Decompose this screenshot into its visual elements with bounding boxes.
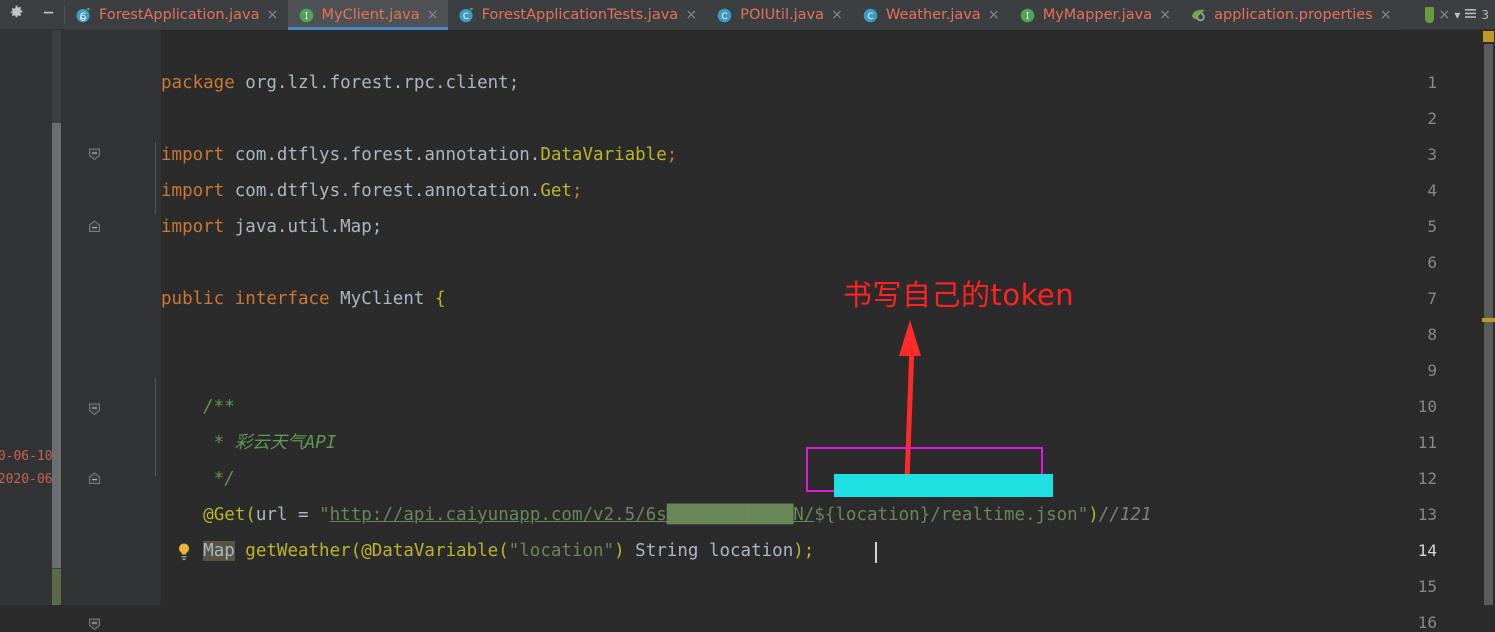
hidden-tabs-count: 3 bbox=[1481, 7, 1489, 22]
svg-text:I: I bbox=[1025, 12, 1029, 22]
tab-close-button[interactable]: × bbox=[427, 8, 439, 22]
inspection-status-warning-icon[interactable] bbox=[1483, 31, 1494, 42]
right-scrollbar-thumb[interactable] bbox=[1484, 44, 1493, 605]
tab-close-button[interactable]: × bbox=[685, 8, 697, 22]
tab-label: MyClient.java bbox=[321, 7, 420, 23]
java-interface-icon: I bbox=[1019, 7, 1036, 24]
fold-marker-imports-end[interactable] bbox=[88, 220, 101, 233]
code-line-4: import com.dtflys.forest.annotation.Get; bbox=[161, 181, 583, 201]
svg-text:C: C bbox=[867, 12, 873, 22]
fold-marker-javadoc2-start[interactable] bbox=[88, 618, 101, 631]
fold-marker-javadoc-end[interactable] bbox=[88, 472, 101, 485]
minimize-icon bbox=[41, 5, 56, 24]
left-scrollbar[interactable] bbox=[52, 30, 61, 605]
editor-tab-bar: C ForestApplication.java × I MyClient.ja… bbox=[0, 0, 1495, 30]
identifier-under-caret: Map bbox=[203, 541, 235, 561]
pinned-tab-indicator-icon bbox=[1425, 6, 1435, 23]
code-line-14: Map getWeather(@DataVariable("location")… bbox=[203, 541, 815, 561]
spring-properties-icon bbox=[1190, 7, 1207, 24]
code-line-1: package org.lzl.forest.rpc.client; bbox=[161, 73, 520, 93]
tab-forestapplication-java[interactable]: C ForestApplication.java × bbox=[65, 0, 288, 30]
left-scrollbar-thumb[interactable] bbox=[52, 123, 61, 568]
tab-label: ForestApplicationTests.java bbox=[481, 7, 679, 23]
left-scrollbar-vcs-marker bbox=[52, 569, 61, 605]
tab-myclient-java[interactable]: I MyClient.java × bbox=[287, 0, 448, 30]
line-number: 16 bbox=[1417, 613, 1437, 632]
text-caret bbox=[875, 542, 877, 563]
code-line-5: import java.util.Map; bbox=[161, 217, 383, 237]
svg-text:I: I bbox=[304, 12, 308, 22]
fold-marker-javadoc-start[interactable] bbox=[88, 403, 101, 416]
code-line-7: public interface MyClient { bbox=[161, 289, 446, 309]
spring-test-class-icon: C bbox=[458, 7, 475, 24]
code-editor[interactable]: 20-06-10 -2020-06- 1 2 3 4 5 6 7 8 9 10 … bbox=[0, 30, 1495, 632]
tab-poiutil-java[interactable]: C POIUtil.java × bbox=[706, 0, 852, 30]
editor-gutter[interactable] bbox=[61, 30, 161, 605]
svg-text:C: C bbox=[722, 12, 728, 22]
svg-text:C: C bbox=[462, 12, 468, 22]
vcs-annotate-gutter[interactable]: 20-06-10 -2020-06- bbox=[0, 30, 60, 605]
code-fold-rail bbox=[155, 142, 156, 214]
annotate-date: 20-06-10 bbox=[0, 449, 53, 464]
code-line-13: @Get(url = "http://api.caiyunapp.com/v2.… bbox=[203, 505, 1152, 525]
tab-application-properties[interactable]: application.properties × bbox=[1180, 0, 1401, 30]
code-line-11: * 彩云天气API bbox=[161, 433, 337, 453]
tab-label: MyMapper.java bbox=[1042, 7, 1153, 23]
java-class-icon: C bbox=[716, 7, 733, 24]
tab-close-button[interactable]: × bbox=[988, 8, 1000, 22]
code-line-10: /** bbox=[161, 397, 235, 417]
tab-label: POIUtil.java bbox=[740, 7, 824, 23]
editor-right-scrollbar[interactable] bbox=[1481, 30, 1495, 605]
tab-close-button[interactable]: × bbox=[831, 8, 843, 22]
tab-list-icon[interactable] bbox=[1464, 5, 1477, 24]
tab-weather-java[interactable]: C Weather.java × bbox=[851, 0, 1009, 30]
java-class-icon: C bbox=[862, 7, 879, 24]
code-content[interactable]: package org.lzl.forest.rpc.client; impor… bbox=[161, 30, 1481, 605]
tab-label: application.properties bbox=[1214, 7, 1373, 23]
spring-boot-class-icon: C bbox=[75, 7, 92, 24]
settings-gear-button[interactable] bbox=[0, 0, 32, 29]
gear-icon bbox=[9, 5, 24, 24]
code-line-3: import com.dtflys.forest.annotation.Data… bbox=[161, 145, 678, 165]
warning-marker-stripe[interactable] bbox=[1482, 318, 1495, 322]
tab-close-button[interactable]: × bbox=[1159, 8, 1171, 22]
tab-forestapplicationtests-java[interactable]: C ForestApplicationTests.java × bbox=[447, 0, 707, 30]
tab-label: Weather.java bbox=[885, 7, 981, 23]
code-fold-rail bbox=[155, 378, 156, 476]
tab-close-button[interactable]: × bbox=[267, 8, 279, 22]
tab-close-button[interactable]: × bbox=[1380, 8, 1392, 22]
tab-list-chevron-icon[interactable]: ▾ bbox=[1454, 9, 1460, 21]
hide-panel-button[interactable] bbox=[32, 0, 64, 29]
java-interface-icon: I bbox=[298, 7, 315, 24]
fold-marker-imports-start[interactable] bbox=[88, 148, 101, 161]
code-line-12: */ bbox=[161, 469, 235, 489]
tab-mymapper-java[interactable]: I MyMapper.java × bbox=[1008, 0, 1181, 30]
close-all-tabs-button[interactable]: × bbox=[1438, 8, 1450, 22]
tab-bar-right-controls: × ▾ 3 bbox=[1425, 0, 1495, 29]
tab-label: ForestApplication.java bbox=[99, 7, 260, 23]
